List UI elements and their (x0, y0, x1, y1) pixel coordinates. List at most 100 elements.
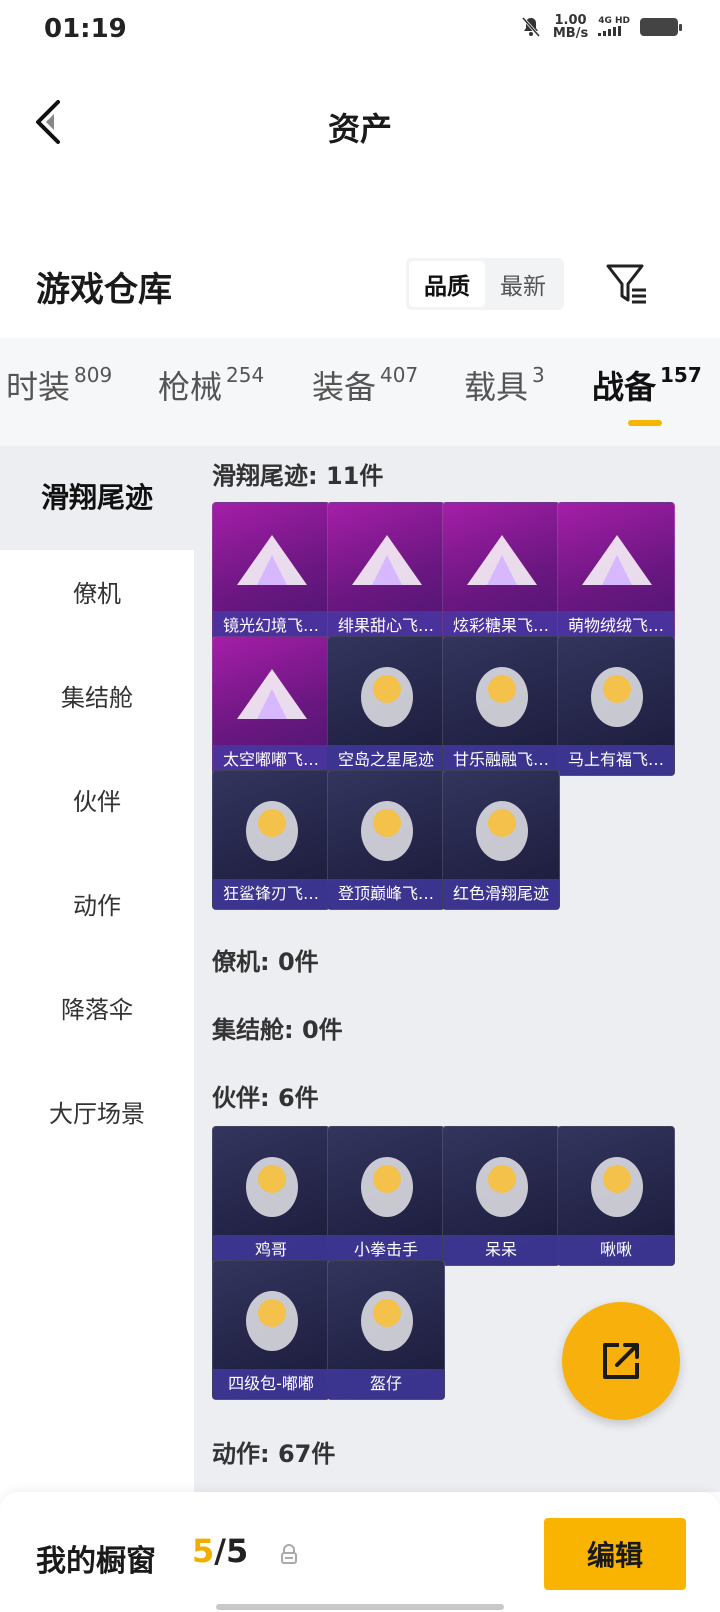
lock-icon (281, 1544, 297, 1564)
filter-button[interactable] (604, 260, 650, 306)
tab-label: 枪械 (158, 368, 223, 406)
chick-icon (457, 1139, 547, 1229)
network-label: 4G HD (598, 15, 630, 26)
tab-battle-prep[interactable]: 战备 157 (592, 362, 702, 408)
sidebar-item-parachute[interactable]: 降落伞 (0, 990, 194, 1025)
tab-label: 时装 (6, 368, 71, 406)
warehouse-title: 游戏仓库 (36, 270, 172, 310)
section-title-wingman: 僚机: 0件 (212, 948, 319, 976)
red-trail-icon (457, 783, 547, 873)
sort-newest-option[interactable]: 最新 (485, 261, 561, 307)
robot-bunny-icon (227, 1273, 317, 1363)
sidebar-item-emote[interactable]: 动作 (0, 886, 194, 921)
item-card[interactable]: 太空嘟嘟飞… (212, 636, 330, 776)
sort-quality-option[interactable]: 品质 (409, 261, 485, 307)
home-indicator (216, 1604, 504, 1610)
sidebar-item-rally-pod[interactable]: 集结舱 (0, 678, 194, 713)
item-card[interactable]: 啾啾 (557, 1126, 675, 1266)
item-name: 呆呆 (443, 1235, 559, 1265)
category-tabs: 时装 809 枪械 254 装备 407 载具 3 战备 157 (0, 338, 720, 446)
top-header: 资产 (0, 60, 720, 190)
item-name: 四级包-嘟嘟 (213, 1369, 329, 1399)
item-card[interactable]: 呆呆 (442, 1126, 560, 1266)
tab-label: 装备 (312, 368, 377, 406)
page-title: 资产 (327, 110, 392, 148)
network-speed: 1.00 MB/s (553, 14, 588, 40)
item-card[interactable]: 四级包-嘟嘟 (212, 1260, 330, 1400)
showcase-total: /5 (214, 1532, 249, 1570)
glide-trail-grid: 镜光幻境飞… 绯果甜心飞… 炫彩糖果飞… 萌物绒绒飞… 太空嘟嘟飞… 空岛之星尾迹 甘乐融融… (212, 502, 704, 916)
item-card[interactable]: 萌物绒绒飞… (557, 502, 675, 642)
speed-unit: MB/s (552, 26, 589, 41)
edit-button[interactable]: 编辑 (544, 1518, 686, 1590)
showcase-count: 5/5 (192, 1532, 248, 1570)
item-card[interactable]: 炫彩糖果飞… (442, 502, 560, 642)
section-title-emote: 动作: 67件 (212, 1440, 336, 1468)
item-card[interactable]: 登顶巅峰飞… (327, 770, 445, 910)
network-type: 4G HD (598, 16, 630, 39)
item-card[interactable]: 空岛之星尾迹 (327, 636, 445, 776)
candy-icon (457, 515, 547, 605)
tab-count: 254 (226, 363, 265, 387)
tab-fashion[interactable]: 时装 809 (6, 362, 112, 408)
mute-bell-icon (521, 17, 540, 37)
filter-icon (606, 264, 646, 304)
item-name: 盔仔 (328, 1369, 444, 1399)
item-card[interactable]: 甘乐融融飞… (442, 636, 560, 776)
share-icon (603, 1343, 639, 1379)
item-card[interactable]: 鸡哥 (212, 1126, 330, 1266)
share-button[interactable] (562, 1302, 680, 1420)
item-card[interactable]: 红色滑翔尾迹 (442, 770, 560, 910)
sidebar-item-lobby-scene[interactable]: 大厅场景 (0, 1094, 194, 1129)
tab-vehicles[interactable]: 载具 3 (464, 362, 545, 408)
tab-firearms[interactable]: 枪械 254 (158, 362, 264, 408)
status-icons: 1.00 MB/s 4G HD (519, 14, 682, 40)
tab-count: 157 (660, 363, 702, 387)
item-card[interactable]: 盔仔 (327, 1260, 445, 1400)
jet-icon (342, 783, 432, 873)
section-title-rally-pod: 集结舱: 0件 (212, 1016, 343, 1044)
helmet-chick-icon (342, 1273, 432, 1363)
item-card[interactable]: 小拳击手 (327, 1126, 445, 1266)
rainbow-trail-icon (342, 649, 432, 739)
item-card[interactable]: 马上有福飞… (557, 636, 675, 776)
tab-count: 809 (74, 363, 113, 387)
showcase-label: 我的橱窗 (36, 1544, 156, 1579)
horse-icon (572, 649, 662, 739)
active-tab-indicator (628, 420, 662, 426)
sidebar-item-glide-trail[interactable]: 滑翔尾迹 (0, 446, 194, 550)
showcase-bar: 我的橱窗 5/5 编辑 (0, 1492, 720, 1612)
ufo-icon (227, 649, 317, 739)
boxer-icon (342, 1139, 432, 1229)
status-bar: 01:19 1.00 MB/s 4G HD (0, 0, 720, 60)
sidebar-item-companion[interactable]: 伙伴 (0, 782, 194, 817)
item-name: 登顶巅峰飞… (328, 879, 444, 909)
section-title-glide-trail: 滑翔尾迹: 11件 (212, 462, 384, 490)
sub-category-sidebar: 滑翔尾迹 僚机 集结舱 伙伴 动作 降落伞 大厅场景 (0, 446, 194, 1492)
item-card[interactable]: 镜光幻境飞… (212, 502, 330, 642)
item-name: 狂鲨锋刃飞… (213, 879, 329, 909)
battery-icon (640, 18, 682, 36)
tab-equipment[interactable]: 装备 407 (312, 362, 418, 408)
sidebar-item-wingman[interactable]: 僚机 (0, 574, 194, 609)
tab-count: 3 (532, 363, 545, 387)
item-name: 马上有福飞… (558, 745, 674, 775)
section-title-companion: 伙伴: 6件 (212, 1084, 319, 1112)
signal-icon (598, 25, 622, 36)
shark-icon (227, 783, 317, 873)
item-name: 啾啾 (558, 1235, 674, 1265)
penguin-icon (457, 649, 547, 739)
tab-count: 407 (380, 363, 419, 387)
tab-label: 战备 (592, 368, 657, 406)
showcase-current: 5 (192, 1532, 215, 1570)
tab-label: 载具 (464, 368, 529, 406)
fruit-fairy-icon (342, 515, 432, 605)
item-name: 红色滑翔尾迹 (443, 879, 559, 909)
crystal-wing-icon (227, 515, 317, 605)
item-card[interactable]: 狂鲨锋刃飞… (212, 770, 330, 910)
pink-bird-icon (572, 1139, 662, 1229)
status-time: 01:19 (44, 14, 127, 44)
sort-toggle: 品质 最新 (406, 258, 564, 310)
item-card[interactable]: 绯果甜心飞… (327, 502, 445, 642)
chicken-icon (227, 1139, 317, 1229)
